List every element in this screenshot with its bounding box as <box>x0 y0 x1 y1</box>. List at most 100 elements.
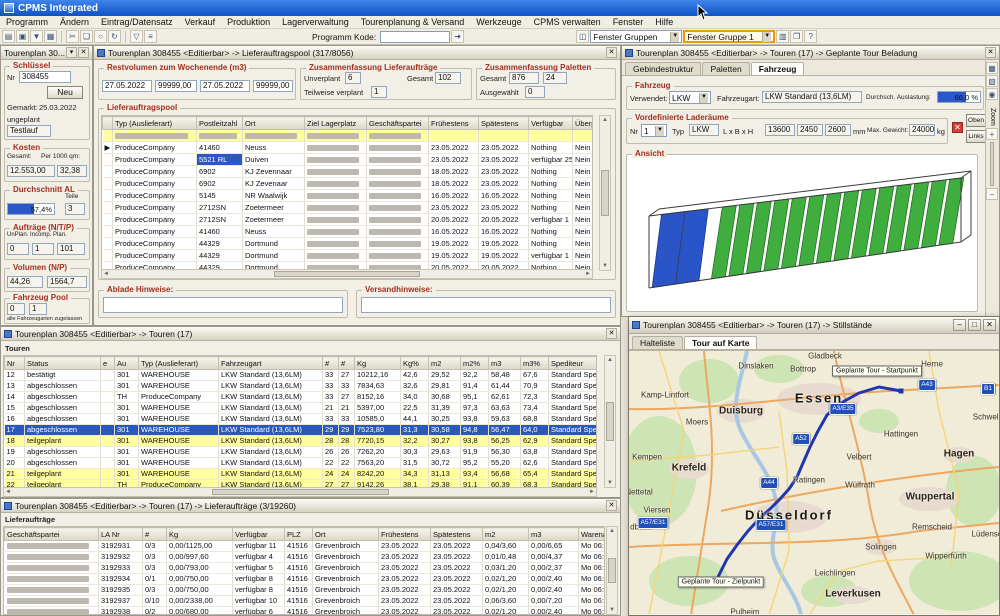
table-row[interactable]: ProduceCompany6902KJ Zevennaar18.05.2022… <box>103 166 594 178</box>
table-cell[interactable] <box>5 552 99 563</box>
table-cell[interactable]: 28 <box>339 436 355 447</box>
table-cell[interactable]: 19.05.2022 <box>479 250 529 262</box>
table-cell[interactable]: 19.05.2022 <box>429 238 479 250</box>
table-cell[interactable]: teilgeplant <box>25 436 101 447</box>
table-cell[interactable] <box>305 214 367 226</box>
column-header[interactable]: Ziel Lagerplatz <box>305 117 367 130</box>
table-cell[interactable]: 0/3 <box>143 585 167 596</box>
camera-icon[interactable]: ◉ <box>986 88 998 100</box>
table-cell[interactable]: 18.05.2022 <box>429 166 479 178</box>
table-cell[interactable]: 29 <box>339 425 355 436</box>
restvolumen-value2-field[interactable]: 99999,00 <box>253 80 293 92</box>
table-cell[interactable]: LKW Standard (13,6LM) <box>219 425 323 436</box>
table-cell[interactable]: 72,3 <box>521 392 549 403</box>
table-cell[interactable]: ProduceCompany <box>139 392 219 403</box>
table-cell[interactable]: 0,00/750,00 <box>167 585 233 596</box>
zpa-gesamt-field[interactable]: 876 <box>509 72 539 84</box>
horizontal-scrollbar[interactable]: ◄► <box>3 487 597 497</box>
table-cell[interactable]: 20.05.2022 <box>479 214 529 226</box>
table-cell[interactable]: 65,4 <box>521 469 549 480</box>
table-row[interactable]: ProduceCompany5521 RLDuiven23.05.202223.… <box>103 154 594 166</box>
table-cell[interactable]: 34,3 <box>401 469 429 480</box>
table-cell[interactable] <box>305 250 367 262</box>
table-cell[interactable]: ProduceCompany <box>113 190 197 202</box>
cut-icon[interactable]: ✂ <box>66 30 79 43</box>
table-cell[interactable]: 33 <box>339 381 355 392</box>
table-row[interactable]: ProduceCompany41460Neuss16.05.202216.05.… <box>103 226 594 238</box>
table-cell[interactable]: Nein <box>573 214 594 226</box>
refresh-icon[interactable]: ↻ <box>108 30 121 43</box>
table-cell[interactable]: 5397,00 <box>355 403 401 414</box>
unverplant-field[interactable]: 6 <box>345 72 361 84</box>
table-cell[interactable]: 33 <box>323 370 339 381</box>
table-cell[interactable]: 0,00/2,40 <box>529 607 579 616</box>
tab-paletten[interactable]: Paletten <box>702 62 749 75</box>
table-cell[interactable] <box>101 414 115 425</box>
table-cell[interactable] <box>305 202 367 214</box>
column-header[interactable]: # <box>323 357 339 370</box>
table-cell[interactable]: 0,00/997,60 <box>167 552 233 563</box>
table-cell[interactable]: 93,4 <box>461 469 489 480</box>
copy-icon[interactable]: ❏ <box>80 30 93 43</box>
close-icon[interactable]: ✕ <box>78 47 89 58</box>
table-cell[interactable]: Grevenbroich <box>313 596 379 607</box>
table-row[interactable]: 21teilgeplant301WAREHOUSELKW Standard (1… <box>5 469 598 480</box>
table-cell[interactable]: 91,9 <box>461 447 489 458</box>
table-cell[interactable] <box>101 469 115 480</box>
table-cell[interactable]: verfügbar 11 <box>233 541 285 552</box>
table-cell[interactable]: 29,81 <box>429 381 461 392</box>
table-cell[interactable]: 6902 <box>197 166 243 178</box>
table-cell[interactable]: Standard Spe <box>549 414 598 425</box>
table-cell[interactable]: 7262,20 <box>355 447 401 458</box>
vertical-scrollbar[interactable]: ▲▼ <box>604 355 616 488</box>
table-cell[interactable] <box>429 130 479 142</box>
table-cell[interactable] <box>103 166 113 178</box>
table-cell[interactable]: Nein <box>573 250 594 262</box>
table-cell[interactable]: 3192934 <box>99 574 143 585</box>
table-cell[interactable]: 23.05.2022 <box>431 552 483 563</box>
table-cell[interactable]: ProduceCompany <box>113 214 197 226</box>
table-cell[interactable]: Standard Spe <box>549 436 598 447</box>
table-cell[interactable]: Nein <box>573 226 594 238</box>
table-cell[interactable]: verfügbar 1 <box>529 214 573 226</box>
table-cell[interactable]: verfügbar 6 <box>233 607 285 616</box>
table-cell[interactable] <box>367 190 429 202</box>
table-cell[interactable]: 58,48 <box>489 370 521 381</box>
table-row[interactable]: 20abgeschlossen301WAREHOUSELKW Standard … <box>5 458 598 469</box>
table-cell[interactable]: 44329 <box>197 250 243 262</box>
table-cell[interactable]: 23.05.2022 <box>431 541 483 552</box>
zpa-verplant-field[interactable]: 24 <box>543 72 567 84</box>
table-cell[interactable]: verfügbar 10 <box>233 596 285 607</box>
table-cell[interactable]: 41516 <box>285 596 313 607</box>
column-header[interactable]: Verfügbar <box>233 528 285 541</box>
column-header[interactable]: Verfügbar <box>529 117 573 130</box>
table-cell[interactable]: LKW Standard (13,6LM) <box>219 458 323 469</box>
close-icon[interactable]: ✕ <box>606 47 617 58</box>
table-cell[interactable]: Mo 06:00-14:00 <box>579 563 606 574</box>
help-icon[interactable]: ? <box>804 30 817 43</box>
column-header[interactable]: # <box>143 528 167 541</box>
table-cell[interactable]: Nein <box>573 202 594 214</box>
table-cell[interactable]: Grevenbroich <box>313 552 379 563</box>
table-cell[interactable]: abgeschlossen <box>25 392 101 403</box>
table-cell[interactable]: 63,63 <box>489 403 521 414</box>
table-cell[interactable]: 301 <box>115 381 139 392</box>
truck-loading-3d-view[interactable] <box>629 161 977 311</box>
table-cell[interactable]: 44,1 <box>401 414 429 425</box>
table-cell[interactable] <box>103 190 113 202</box>
table-cell[interactable]: 301 <box>115 370 139 381</box>
table-cell[interactable]: Zoetermeer <box>243 202 305 214</box>
table-cell[interactable]: verfügbar 4 <box>233 552 285 563</box>
table-cell[interactable]: LKW Standard (13,6LM) <box>219 447 323 458</box>
table-cell[interactable] <box>101 447 115 458</box>
table-cell[interactable]: 95,1 <box>461 392 489 403</box>
table-cell[interactable]: LKW Standard (13,6LM) <box>219 392 323 403</box>
table-cell[interactable]: ProduceCompany <box>113 142 197 154</box>
column-header[interactable]: Postleitzahl <box>197 117 243 130</box>
gewicht-field[interactable]: 24000 <box>909 124 935 136</box>
table-cell[interactable]: Mo 06:00-14:00 <box>579 541 606 552</box>
table-cell[interactable]: 23.05.2022 <box>431 563 483 574</box>
go-icon[interactable]: ➜ <box>451 30 464 43</box>
table-cell[interactable] <box>529 130 573 142</box>
table-row[interactable]: ProduceCompany2712SNZoetermeer20.05.2022… <box>103 214 594 226</box>
